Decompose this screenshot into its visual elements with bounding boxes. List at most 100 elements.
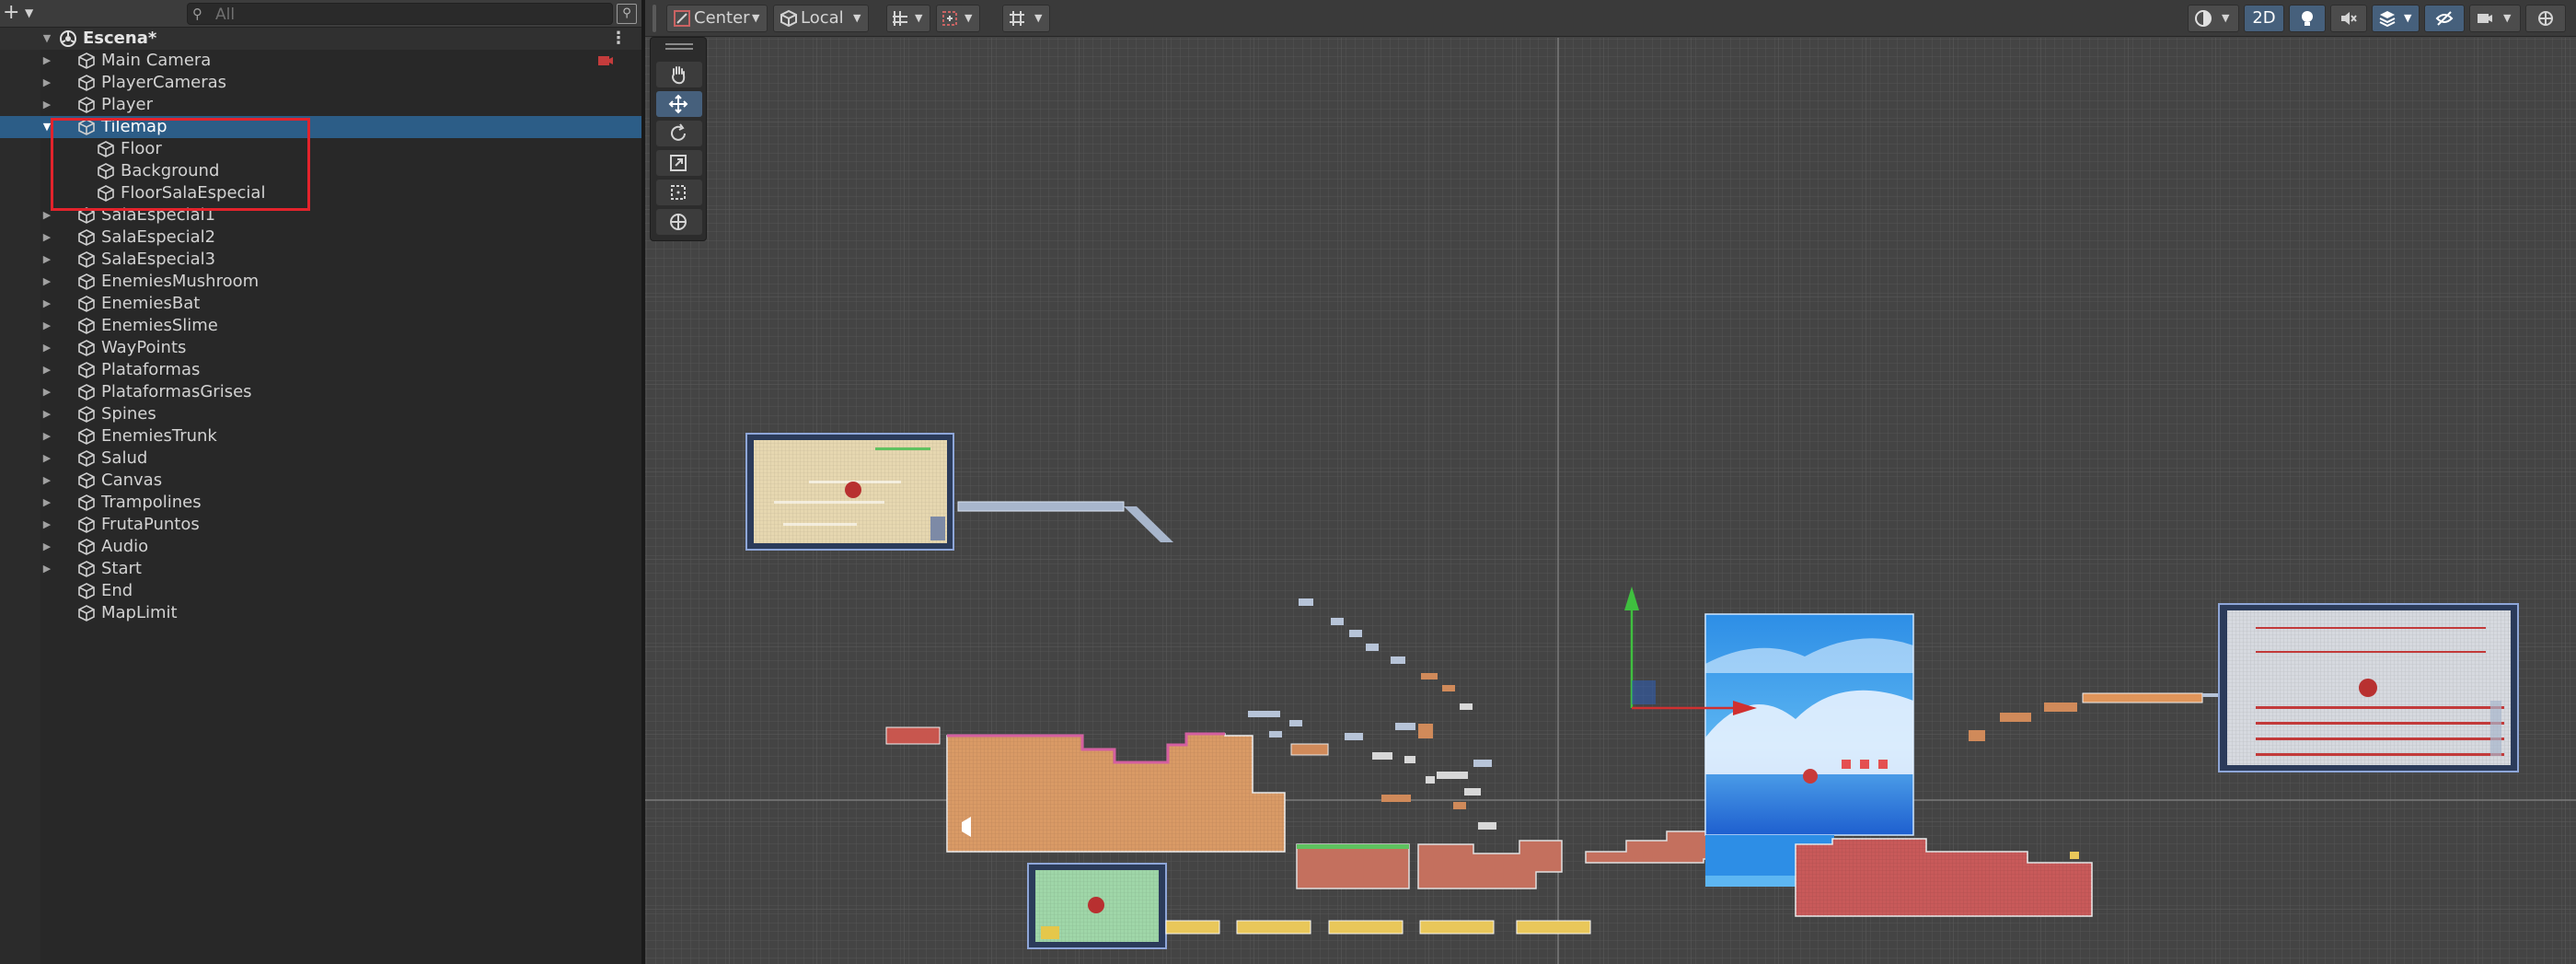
hierarchy-item[interactable]: ▶ Trampolines [0, 492, 641, 514]
scene-view[interactable]: Center ▼ Local ▼ ▼ ▼ ▼ ▼ 2D ▼ ▼ [645, 0, 2576, 964]
hierarchy-item-label: End [101, 581, 133, 600]
draw-mode-dropdown[interactable]: ▼ [2188, 5, 2239, 32]
rotate-tool-button[interactable] [656, 121, 702, 146]
hierarchy-item[interactable]: ▶ Canvas [0, 470, 641, 492]
special-room-3[interactable] [2218, 603, 2519, 772]
collapsed-triangle-icon[interactable]: ▶ [40, 226, 53, 249]
shaded-sphere-icon [2195, 10, 2212, 27]
toolbar-grip[interactable] [653, 5, 656, 32]
chevron-down-icon: ▼ [915, 12, 923, 24]
camera-settings-dropdown[interactable]: ▼ [2469, 5, 2521, 32]
lighting-toggle[interactable] [2289, 5, 2326, 32]
collapsed-triangle-icon[interactable]: ▶ [40, 470, 53, 492]
collapsed-triangle-icon[interactable]: ▶ [40, 72, 53, 94]
hierarchy-item-label: SalaEspecial2 [101, 227, 216, 247]
transform-tool-button[interactable] [656, 209, 702, 235]
overlay-grip[interactable] [665, 43, 693, 45]
hierarchy-item-label: Trampolines [101, 493, 202, 512]
collapsed-triangle-icon[interactable]: ▶ [40, 337, 53, 359]
hierarchy-item[interactable]: ▶ EnemiesBat [0, 293, 641, 315]
special-room-1[interactable] [745, 433, 954, 551]
scene-visibility-toggle[interactable] [2424, 5, 2465, 32]
hierarchy-item[interactable]: ▶ Main Camera [0, 50, 641, 72]
hierarchy-item[interactable]: ▶ Start [0, 558, 641, 580]
hierarchy-item-label: Start [101, 559, 142, 578]
hierarchy-item-label: WayPoints [101, 338, 187, 357]
collapsed-triangle-icon[interactable]: ▶ [40, 293, 53, 315]
collapsed-triangle-icon[interactable]: ▶ [40, 50, 53, 72]
hierarchy-item[interactable]: End [0, 580, 641, 602]
collapsed-triangle-icon[interactable]: ▶ [40, 536, 53, 558]
move-tool-button[interactable] [656, 91, 702, 117]
hierarchy-item[interactable]: ▶ WayPoints [0, 337, 641, 359]
collapsed-triangle-icon[interactable]: ▶ [40, 558, 53, 580]
scale-tool-button[interactable] [656, 150, 702, 176]
collapsed-triangle-icon[interactable]: ▶ [40, 425, 53, 447]
scene-search-icon[interactable]: ⚲ [617, 4, 637, 24]
hierarchy-item[interactable]: ▶ Plataformas [0, 359, 641, 381]
hierarchy-item[interactable]: ▶ SalaEspecial2 [0, 226, 641, 249]
scale-icon [670, 155, 687, 171]
hand-icon [672, 66, 686, 85]
gameobject-cube-icon [77, 516, 96, 534]
gameobject-cube-icon [77, 339, 96, 357]
scene-row[interactable]: ▼ Escena* ⋮ [0, 28, 641, 50]
hierarchy-item[interactable]: ▶ Player [0, 94, 641, 116]
hierarchy-item[interactable]: ▶ Audio [0, 536, 641, 558]
collapsed-triangle-icon[interactable]: ▶ [40, 381, 53, 403]
special-room-2[interactable] [1027, 863, 1167, 949]
collapsed-triangle-icon[interactable]: ▶ [40, 514, 53, 536]
pivot-mode-dropdown[interactable]: Center ▼ [666, 5, 768, 32]
search-placeholder: All [215, 6, 236, 24]
2d-mode-toggle[interactable]: 2D [2244, 5, 2284, 32]
chevron-down-icon: ▼ [25, 6, 34, 19]
collapsed-triangle-icon[interactable]: ▶ [40, 447, 53, 470]
camera-icon [2478, 14, 2492, 23]
hierarchy-item[interactable]: ▶ EnemiesMushroom [0, 271, 641, 293]
hierarchy-item-label: EnemiesBat [101, 294, 201, 313]
pivot-mode-label: Center [694, 8, 750, 28]
hierarchy-item-label: Plataformas [101, 360, 201, 379]
hierarchy-item[interactable]: ▶ Salud [0, 447, 641, 470]
effects-dropdown[interactable]: ▼ [2372, 5, 2420, 32]
search-field[interactable]: ⚲ All [187, 3, 613, 25]
hierarchy-toolbar: + ▼ ⚲ All ⚲ [0, 0, 641, 28]
chevron-down-icon: ▼ [2404, 12, 2412, 24]
hierarchy-item-label: EnemiesMushroom [101, 272, 260, 291]
audio-toggle[interactable] [2330, 5, 2367, 32]
chevron-down-icon: ▼ [1034, 12, 1043, 24]
hierarchy-item[interactable]: ▶ PlataformasGrises [0, 381, 641, 403]
hierarchy-item[interactable]: MapLimit [0, 602, 641, 624]
collapsed-triangle-icon[interactable]: ▶ [40, 271, 53, 293]
hierarchy-item[interactable]: ▶ PlayerCameras [0, 72, 641, 94]
add-button[interactable]: + ▼ [3, 2, 40, 26]
increment-snap-toggle[interactable]: ▼ [936, 5, 980, 32]
more-options-icon[interactable]: ⋮ [610, 28, 627, 50]
hierarchy-item-label: Salud [101, 448, 148, 468]
collapsed-triangle-icon[interactable]: ▶ [40, 315, 53, 337]
collapsed-triangle-icon[interactable]: ▶ [40, 359, 53, 381]
gizmo-xy-plane[interactable] [1632, 680, 1656, 704]
rect-tool-button[interactable] [656, 180, 702, 205]
hierarchy-item[interactable]: ▶ FrutaPuntos [0, 514, 641, 536]
hierarchy-item[interactable]: ▶ EnemiesSlime [0, 315, 641, 337]
hierarchy-item[interactable]: ▶ EnemiesTrunk [0, 425, 641, 447]
pivot-rotation-dropdown[interactable]: Local ▼ [773, 5, 869, 32]
snap-toggle[interactable]: ▼ [886, 5, 930, 32]
gizmos-dropdown[interactable] [2525, 5, 2566, 32]
hand-tool-button[interactable] [656, 62, 702, 87]
expand-triangle-icon[interactable]: ▼ [40, 28, 53, 50]
hierarchy-item[interactable]: ▶ Spines [0, 403, 641, 425]
hierarchy-item-label: SalaEspecial3 [101, 250, 216, 269]
grid-icon [1010, 11, 1024, 26]
gameobject-cube-icon [77, 273, 96, 291]
collapsed-triangle-icon[interactable]: ▶ [40, 249, 53, 271]
collapsed-triangle-icon[interactable]: ▶ [40, 492, 53, 514]
collapsed-triangle-icon[interactable]: ▶ [40, 403, 53, 425]
hierarchy-item-label: Player [101, 95, 154, 114]
grid-visibility-toggle[interactable]: ▼ [1002, 5, 1050, 32]
highlight-annotation [51, 118, 310, 211]
collapsed-triangle-icon[interactable]: ▶ [40, 94, 53, 116]
scene-canvas[interactable] [645, 38, 2576, 964]
hierarchy-item[interactable]: ▶ SalaEspecial3 [0, 249, 641, 271]
